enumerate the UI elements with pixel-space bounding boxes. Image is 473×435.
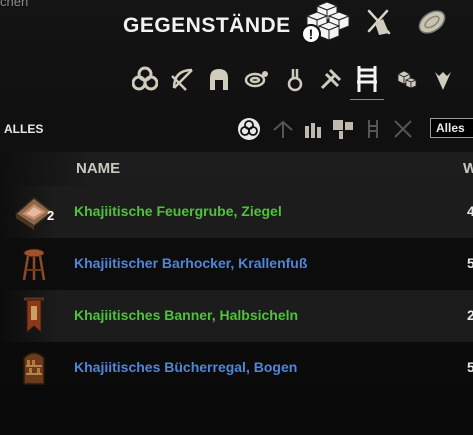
bow-icon [171, 68, 193, 91]
alert-badge: ! [301, 24, 321, 44]
roof-icon [273, 120, 293, 138]
ring-icon [244, 71, 268, 88]
all-items-icon [132, 66, 158, 91]
subtab-junk[interactable] [464, 64, 473, 94]
filter-lighting[interactable] [300, 116, 326, 142]
item-value: 4 [467, 203, 473, 219]
item-list: 2 Khajiitische Feuergrube, Ziegel 4 Khaj… [0, 186, 473, 394]
bookshelf-icon [14, 348, 54, 388]
subtab-materials[interactable] [316, 64, 346, 94]
filter-structures[interactable] [270, 116, 296, 142]
subtab-all[interactable] [130, 64, 160, 94]
list-item[interactable]: Khajiitisches Banner, Halbsicheln 2 [0, 290, 473, 342]
filter-all[interactable] [236, 116, 262, 142]
item-name: Khajiitisches Bücherregal, Bogen [74, 359, 298, 375]
item-value: 2 [467, 307, 473, 323]
chair-icon [357, 66, 377, 92]
subtab-quest[interactable] [428, 64, 458, 94]
list-item[interactable]: Khajiitisches Bücherregal, Bogen 5 [0, 342, 473, 394]
bar-stool-icon [14, 244, 54, 284]
item-name: Khajiitisches Banner, Halbsicheln [74, 307, 299, 323]
item-value: 5 [467, 255, 473, 271]
potion-icon [287, 69, 303, 92]
filter-seating[interactable] [360, 116, 386, 142]
gem-icon [435, 72, 451, 90]
filter-row [236, 116, 436, 142]
painting-icon [333, 120, 353, 139]
page-title: GEGENSTÄNDE [123, 14, 291, 37]
helmet-icon [210, 69, 228, 90]
column-value-header[interactable]: W [463, 160, 473, 177]
subtab-jewelry[interactable] [242, 64, 272, 94]
plate-icon [418, 10, 446, 34]
item-count: 2 [47, 208, 55, 223]
corner-text: chen [0, 0, 29, 9]
list-item[interactable]: 2 Khajiitische Feuergrube, Ziegel 4 [0, 186, 473, 238]
alert-symbol: ! [308, 26, 314, 42]
item-name: Khajiitischer Barhocker, Krallenfuß [74, 255, 308, 271]
chair-filter-icon [368, 120, 378, 138]
hammer-icon [320, 68, 342, 90]
subcategory-row [130, 60, 473, 100]
tab-consumables[interactable] [410, 0, 454, 44]
list-item[interactable]: Khajiitischer Barhocker, Krallenfuß 5 [0, 238, 473, 290]
candles-icon [305, 123, 321, 138]
filter-dropdown[interactable]: Alles [430, 118, 473, 138]
tab-crafting[interactable] [356, 0, 400, 44]
item-value: 5 [467, 359, 473, 375]
column-name-header[interactable]: NAME [76, 160, 120, 177]
item-name: Khajiitische Feuergrube, Ziegel [74, 203, 282, 219]
crafting-tools-icon [367, 9, 391, 35]
banner-icon [14, 296, 54, 336]
subtab-misc[interactable] [390, 64, 420, 94]
subtab-weapons[interactable] [168, 64, 198, 94]
filter-gallery[interactable] [330, 116, 356, 142]
subtab-furnishing[interactable] [350, 64, 384, 100]
filter-all-icon [238, 118, 260, 140]
filter-dropdown-value: Alles [436, 121, 465, 135]
filter-crafting[interactable] [390, 116, 416, 142]
filter-label: ALLES [4, 122, 44, 136]
subtab-armor[interactable] [204, 64, 234, 94]
subtab-consumable[interactable] [280, 64, 310, 94]
tools-filter-icon [394, 120, 412, 138]
list-header [0, 152, 473, 186]
cubes-small-icon [397, 70, 418, 89]
